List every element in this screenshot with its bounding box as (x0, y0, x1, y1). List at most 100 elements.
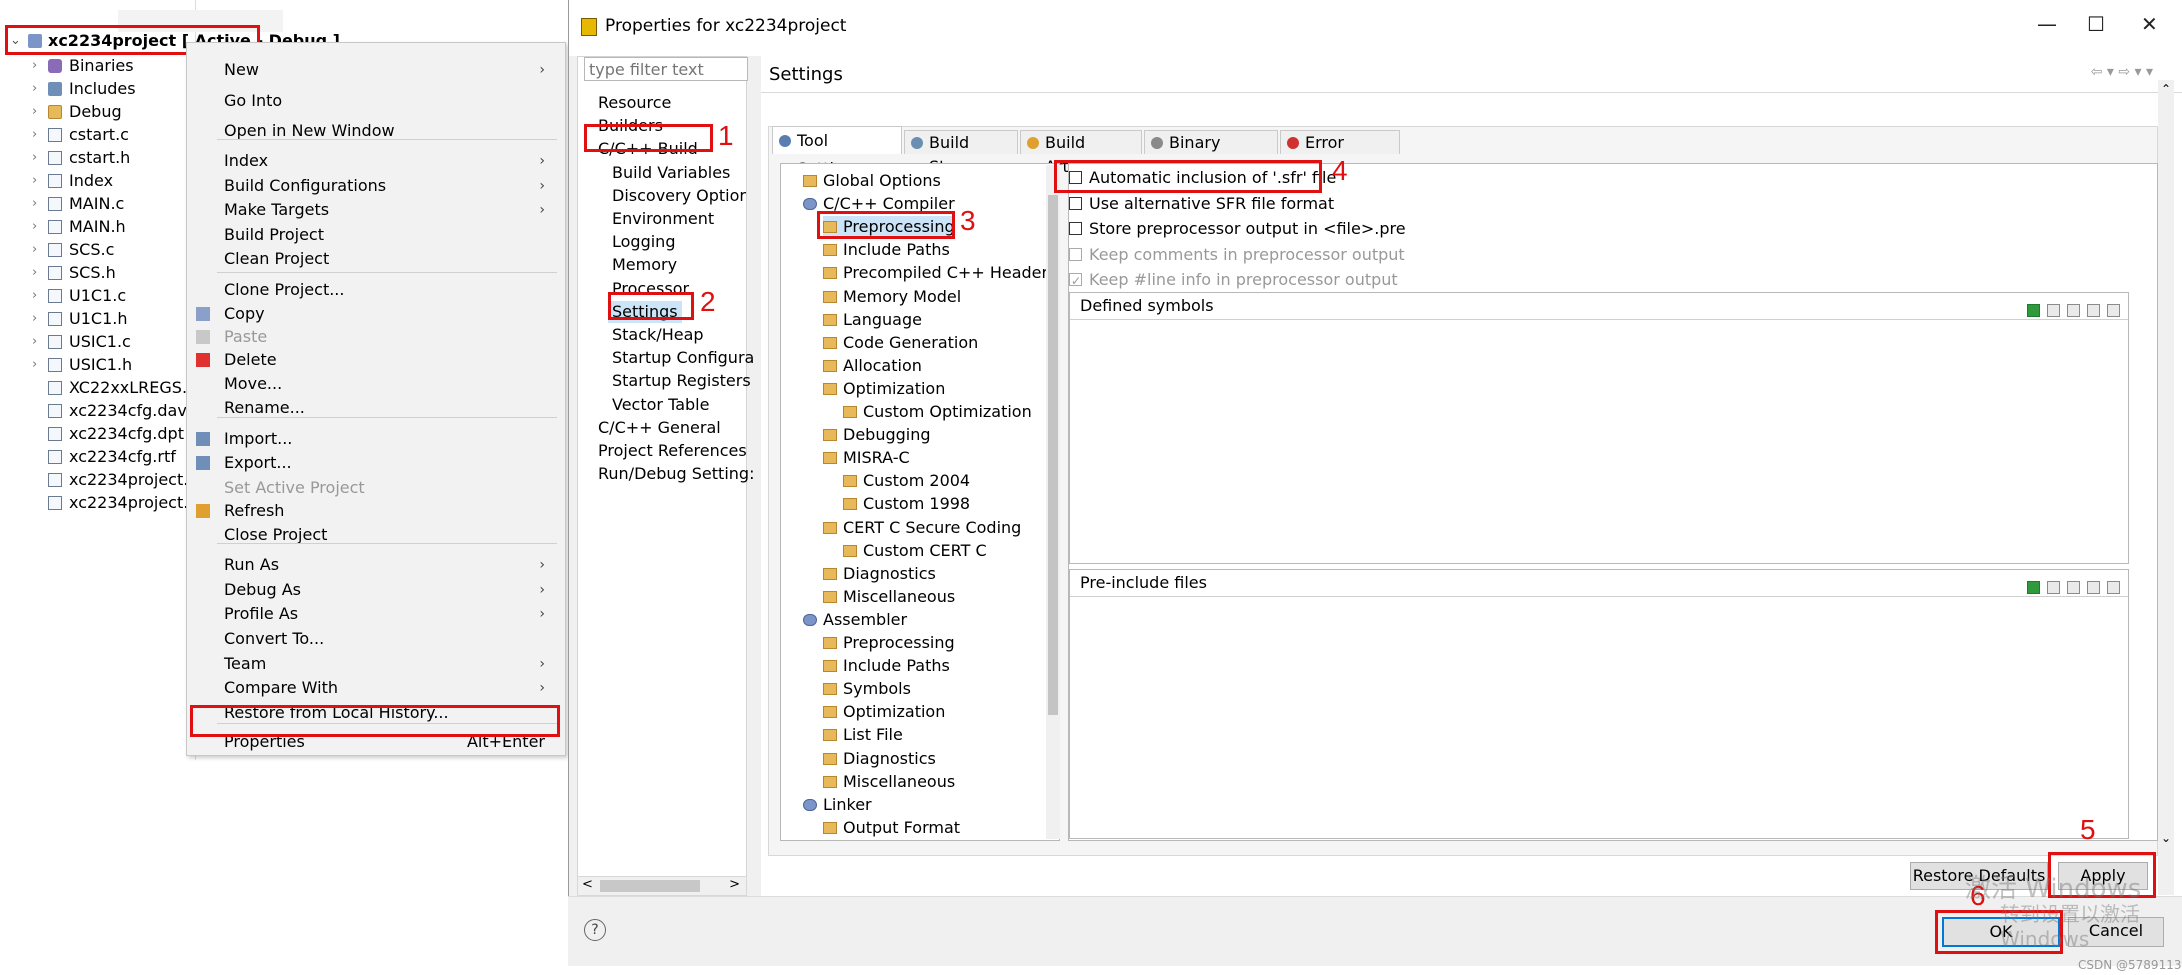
tree-vertical-scrollbar[interactable] (1046, 165, 1060, 839)
tool-tree-item-custom-2004[interactable]: Custom 2004 (843, 470, 970, 492)
tab-build-steps[interactable]: Build Steps (904, 130, 1018, 176)
nav-item-vector-table[interactable]: Vector Table (612, 394, 709, 416)
tool-tree-item-include-paths[interactable]: Include Paths (823, 655, 950, 677)
menu-item-move[interactable]: Move... (187, 372, 557, 396)
pre-include-files-list[interactable]: Pre-include files (1069, 569, 2129, 839)
close-icon[interactable]: ✕ (2141, 12, 2158, 36)
scroll-down-icon[interactable]: ⌄ (2161, 831, 2171, 845)
add-icon[interactable] (2027, 304, 2040, 317)
nav-item-logging[interactable]: Logging (612, 231, 675, 253)
menu-item-paste[interactable]: Paste (187, 325, 557, 349)
move-down-icon[interactable] (2107, 304, 2120, 317)
nav-horizontal-scrollbar[interactable]: < > (577, 876, 747, 896)
tab-error-parsers[interactable]: Error Parsers (1280, 130, 1400, 176)
tab-build-artifact[interactable]: Build Artifact (1020, 130, 1142, 176)
tool-tree-item-optimization[interactable]: Optimization (823, 701, 945, 723)
menu-item-set-active-project[interactable]: Set Active Project (187, 476, 557, 500)
defined-symbols-list[interactable]: Defined symbols (1069, 292, 2129, 564)
menu-item-compare-with[interactable]: Compare With › (187, 676, 557, 700)
menu-item-team[interactable]: Team › (187, 652, 557, 676)
menu-item-make-targets[interactable]: Make Targets › (187, 198, 557, 222)
menu-item-new[interactable]: New › (187, 58, 557, 82)
delete-icon[interactable] (2047, 581, 2060, 594)
nav-item-project-references[interactable]: Project References (598, 440, 747, 462)
tool-tree-item-misra-c[interactable]: MISRA-C (823, 447, 910, 469)
nav-scroll-thumb[interactable] (600, 880, 700, 892)
menu-item-clone-project[interactable]: Clone Project... (187, 278, 557, 302)
menu-item-go-into[interactable]: Go Into (187, 89, 557, 113)
chevron-right-icon[interactable]: › (32, 193, 37, 215)
menu-item-export[interactable]: Export... (187, 451, 557, 475)
tool-tree-item-allocation[interactable]: Allocation (823, 355, 922, 377)
menu-item-build-configurations[interactable]: Build Configurations › (187, 174, 557, 198)
settings-vertical-scrollbar[interactable]: ⌃ ⌄ (2158, 80, 2174, 895)
menu-item-run-as[interactable]: Run As › (187, 553, 557, 577)
nav-history-icons[interactable]: ⇦ ▾ ⇨ ▾ ▾ (2091, 64, 2153, 80)
tool-tree-item-miscellaneous[interactable]: Miscellaneous (823, 771, 955, 793)
tool-tree-item-language[interactable]: Language (823, 309, 922, 331)
nav-item-startup-registers[interactable]: Startup Registers (612, 370, 751, 392)
tool-tree-item-debugging[interactable]: Debugging (823, 424, 931, 446)
nav-item-c-c-general[interactable]: C/C++ General (598, 417, 721, 439)
tool-tree-item-custom-optimization[interactable]: Custom Optimization (843, 401, 1032, 423)
tool-tree-item-symbols[interactable]: Symbols (823, 678, 911, 700)
move-down-icon[interactable] (2107, 581, 2120, 594)
menu-item-index[interactable]: Index › (187, 149, 557, 173)
chevron-right-icon[interactable]: › (32, 331, 37, 353)
tool-tree-item-memory-model[interactable]: Memory Model (823, 286, 961, 308)
menu-item-profile-as[interactable]: Profile As › (187, 602, 557, 626)
tool-tree-item-preprocessing[interactable]: Preprocessing (823, 632, 955, 654)
maximize-icon[interactable]: ☐ (2087, 12, 2105, 36)
scroll-right-icon[interactable]: > (729, 877, 740, 892)
tool-tree-item-diagnostics[interactable]: Diagnostics (823, 563, 936, 585)
tool-tree-item-optimization[interactable]: Optimization (823, 378, 945, 400)
tool-tree-item-precompiled-c-headers[interactable]: Precompiled C++ Headers (823, 262, 1056, 284)
nav-item-build-variables[interactable]: Build Variables (612, 162, 730, 184)
tab-binary-parsers[interactable]: Binary Parsers (1144, 130, 1278, 176)
nav-item-environment[interactable]: Environment (612, 208, 714, 230)
menu-item-copy[interactable]: Copy (187, 302, 557, 326)
checkbox[interactable] (1069, 196, 1082, 210)
scroll-left-icon[interactable]: < (582, 877, 593, 892)
edit-icon[interactable] (2067, 304, 2080, 317)
tool-tree-item-miscellaneous[interactable]: Miscellaneous (823, 586, 955, 608)
nav-item-startup-configura[interactable]: Startup Configura (612, 347, 754, 369)
nav-item-resource[interactable]: Resource (598, 92, 671, 114)
tool-tree-item-include-paths[interactable]: Include Paths (823, 239, 950, 261)
checkbox[interactable] (1069, 222, 1082, 235)
tool-tree-item-diagnostics[interactable]: Diagnostics (823, 748, 936, 770)
chevron-right-icon[interactable]: › (32, 354, 37, 376)
tool-tree-item-global-options[interactable]: Global Options (803, 170, 941, 192)
move-up-icon[interactable] (2087, 581, 2100, 594)
nav-item-discovery-optior[interactable]: Discovery Optior (612, 185, 746, 207)
help-icon[interactable]: ? (584, 919, 606, 941)
chevron-right-icon[interactable]: › (32, 170, 37, 192)
chevron-right-icon[interactable]: › (32, 285, 37, 307)
tool-tree-item-assembler[interactable]: Assembler (803, 609, 907, 631)
tool-tree-item-custom-1998[interactable]: Custom 1998 (843, 493, 970, 515)
tool-tree-item-code-generation[interactable]: Code Generation (823, 332, 978, 354)
nav-item-memory[interactable]: Memory (612, 254, 677, 276)
chevron-right-icon[interactable]: › (32, 147, 37, 169)
menu-item-convert-to[interactable]: Convert To... (187, 627, 557, 651)
chevron-right-icon[interactable]: › (32, 124, 37, 146)
menu-item-import[interactable]: Import... (187, 427, 557, 451)
tool-tree-item-linker[interactable]: Linker (803, 794, 872, 816)
tool-tree-item-cert-c-secure-coding[interactable]: CERT C Secure Coding (823, 517, 1021, 539)
chevron-right-icon[interactable]: › (32, 78, 37, 100)
menu-item-build-project[interactable]: Build Project (187, 223, 557, 247)
scroll-up-icon[interactable]: ⌃ (2161, 82, 2171, 96)
filter-input[interactable] (584, 57, 748, 81)
tree-scroll-thumb[interactable] (1048, 195, 1058, 715)
menu-item-clean-project[interactable]: Clean Project (187, 247, 557, 271)
chevron-right-icon[interactable]: › (32, 239, 37, 261)
move-up-icon[interactable] (2087, 304, 2100, 317)
menu-item-delete[interactable]: Delete (187, 348, 557, 372)
minimize-icon[interactable]: — (2037, 12, 2057, 36)
tool-tree-item-list-file[interactable]: List File (823, 724, 903, 746)
edit-icon[interactable] (2067, 581, 2080, 594)
chevron-right-icon[interactable]: › (32, 101, 37, 123)
tool-tree-item-custom-cert-c[interactable]: Custom CERT C (843, 540, 987, 562)
menu-item-refresh[interactable]: Refresh (187, 499, 557, 523)
delete-icon[interactable] (2047, 304, 2060, 317)
